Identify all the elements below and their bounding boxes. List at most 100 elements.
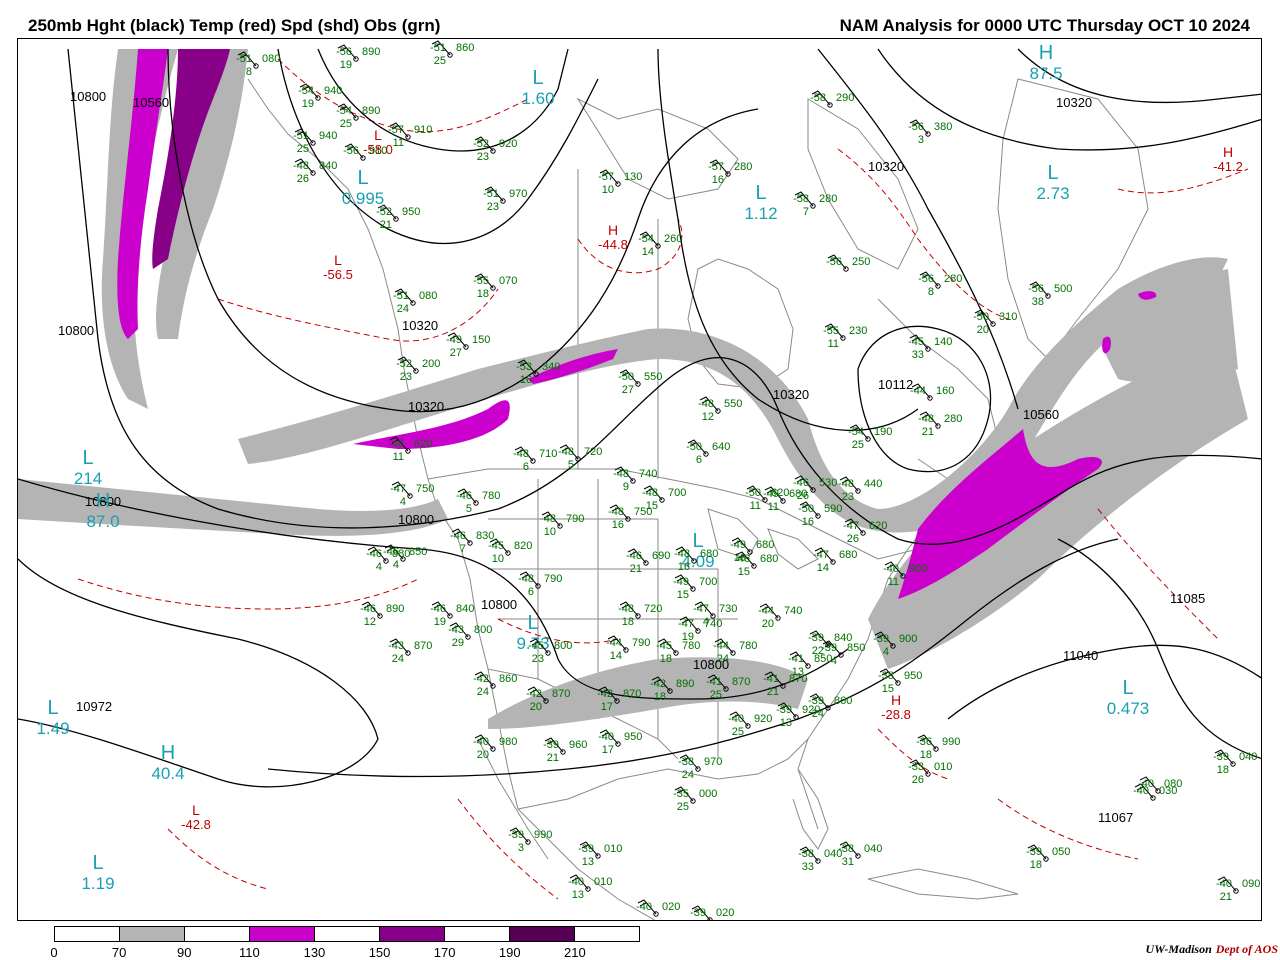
station-observation[interactable]: -56 250	[826, 254, 870, 272]
obs-height: 890	[386, 603, 404, 615]
obs-height: 260	[664, 233, 682, 245]
station-observation[interactable]: -48 790 10	[540, 511, 584, 538]
florida	[792, 768, 829, 850]
legend-swatch	[445, 927, 510, 941]
station-observation[interactable]: -44 790 14	[606, 635, 650, 662]
station-observation[interactable]: -49 150 27	[446, 332, 490, 359]
station-observation[interactable]: -47 680 14	[813, 547, 857, 574]
obs-temperature: -48	[558, 446, 574, 458]
obs-dewpoint-depression: 11	[828, 338, 839, 350]
station-observation[interactable]: -50 550 27	[618, 369, 662, 396]
station-observation[interactable]: -40 950 17	[598, 729, 642, 756]
station-observation[interactable]: -56 890 19	[336, 44, 380, 71]
station-observation[interactable]: -36 990 18	[916, 734, 960, 761]
weather-map-svg[interactable]: 10800 10560108001080010320103201032010800…	[18, 39, 1262, 921]
station-observation[interactable]: -45 140 33	[908, 334, 952, 361]
station-observation[interactable]: -51 970 23	[483, 186, 527, 213]
obs-temperature: -40	[1216, 878, 1232, 890]
obs-height: 340	[542, 361, 560, 373]
legend-swatch	[120, 927, 185, 941]
station-observation[interactable]: -40 090 21	[1216, 876, 1260, 903]
obs-temperature: -48	[518, 573, 534, 585]
station-observation[interactable]: -55 230 11	[823, 323, 867, 350]
station-observation[interactable]: -48 750 16	[608, 504, 652, 531]
temperature-center-value: -56.5	[323, 267, 353, 282]
station-observation[interactable]: -56 280 8	[918, 271, 962, 298]
station-observation[interactable]: -48 720 18	[618, 601, 662, 628]
station-observation[interactable]: -44 160	[910, 383, 954, 401]
obs-height: 860	[499, 673, 517, 685]
station-observation[interactable]: -42 860 24	[473, 671, 517, 698]
station-observation[interactable]: -57 910 11	[388, 122, 432, 149]
station-observation[interactable]: -48 790 6	[518, 571, 562, 598]
obs-dewpoint-depression: 14	[817, 562, 829, 574]
station-observation[interactable]: -46 780 5	[456, 488, 500, 515]
station-observation[interactable]: -56 500 38	[1028, 281, 1072, 308]
station-observation[interactable]: -46 680 15	[734, 551, 778, 578]
obs-temperature: -55	[823, 325, 839, 337]
height-contour-label: 10800	[481, 597, 517, 612]
obs-height: 130	[624, 171, 642, 183]
station-observation[interactable]: -48 550 12	[698, 396, 742, 423]
obs-height: 890	[362, 105, 380, 117]
station-observation[interactable]: -51 860 25	[430, 40, 474, 67]
station-observation[interactable]: -40 010 13	[568, 874, 612, 901]
station-observation[interactable]: -39 040 18	[1213, 749, 1257, 776]
obs-dewpoint-depression: 16	[802, 516, 814, 528]
station-observation[interactable]: -46 890 12	[360, 601, 404, 628]
obs-height: 950	[402, 206, 420, 218]
station-observation[interactable]: -35 000 25	[673, 786, 717, 813]
station-observation[interactable]: -45 820 10	[488, 538, 532, 565]
obs-temperature: -39	[508, 829, 524, 841]
station-observation[interactable]: -52 950 21	[376, 204, 420, 231]
station-observation[interactable]: -43 870 24	[388, 638, 432, 665]
station-observation[interactable]: -52 200 23	[396, 356, 440, 383]
obs-height: 990	[534, 829, 552, 841]
station-observation[interactable]: -50 640 6	[686, 439, 730, 466]
obs-dewpoint-depression: 33	[912, 349, 924, 361]
station-observation[interactable]: -50 310 20	[973, 309, 1017, 336]
obs-height: 870	[623, 688, 641, 700]
obs-temperature: -46	[626, 550, 642, 562]
station-observation[interactable]: -33 010 26	[908, 759, 952, 786]
obs-height: 870	[552, 688, 570, 700]
station-observation[interactable]: -43 800 29	[448, 622, 492, 649]
station-observation[interactable]: -38 970 24	[678, 754, 722, 781]
station-observation[interactable]: -56 380 3	[908, 119, 952, 146]
obs-height: 860	[834, 695, 852, 707]
station-observation[interactable]: -40 980 20	[473, 734, 517, 761]
obs-temperature: -39	[690, 907, 706, 919]
obs-temperature: -39	[543, 739, 559, 751]
station-observation[interactable]: -50 590 16	[798, 501, 842, 528]
station-observation[interactable]: -44 740 20	[758, 603, 802, 630]
station-observation[interactable]: -39 020	[690, 905, 734, 921]
station-observation[interactable]: -38 04033	[798, 846, 842, 873]
obs-dewpoint-depression: 11	[393, 137, 404, 149]
height-contour-label: 10800	[58, 323, 94, 338]
station-observation[interactable]: -46 690 21	[626, 548, 670, 575]
station-observation[interactable]: -48 440 23	[838, 476, 882, 503]
obs-height: 530	[819, 477, 837, 489]
station-observation[interactable]: -38 040 31	[838, 841, 882, 868]
station-observation[interactable]: -57 280 16	[708, 159, 752, 186]
station-observation[interactable]: -48 280 21	[918, 411, 962, 438]
obs-dewpoint-depression: 17	[601, 701, 613, 713]
obs-dewpoint-depression: 17	[602, 744, 614, 756]
obs-height: 920	[802, 704, 820, 716]
station-observation[interactable]: -48 720 5	[558, 444, 602, 471]
station-observation[interactable]: -39 050 18	[1026, 844, 1070, 871]
obs-height: 190	[874, 426, 892, 438]
temperature-center-letter: H	[1223, 144, 1233, 160]
station-observation[interactable]: -39 010 13	[578, 841, 622, 868]
map-panel[interactable]: 10800 10560 10800 10800 10320 10320 10320 10800…	[17, 38, 1262, 921]
station-observation[interactable]: -39 960 21	[543, 737, 587, 764]
obs-temperature: -52	[473, 138, 489, 150]
station-observation[interactable]: -58 280 7	[793, 191, 837, 218]
station-observation[interactable]: -51 080 24	[393, 288, 437, 315]
station-observation[interactable]: -55 070 18	[473, 273, 517, 300]
obs-temperature: -48	[838, 478, 854, 490]
obs-dewpoint-depression: 26	[797, 490, 809, 502]
station-observation[interactable]: -51 940 25	[293, 128, 337, 155]
station-observation[interactable]: -49 700 15	[673, 574, 717, 601]
obs-dewpoint-depression: 25	[852, 439, 864, 451]
